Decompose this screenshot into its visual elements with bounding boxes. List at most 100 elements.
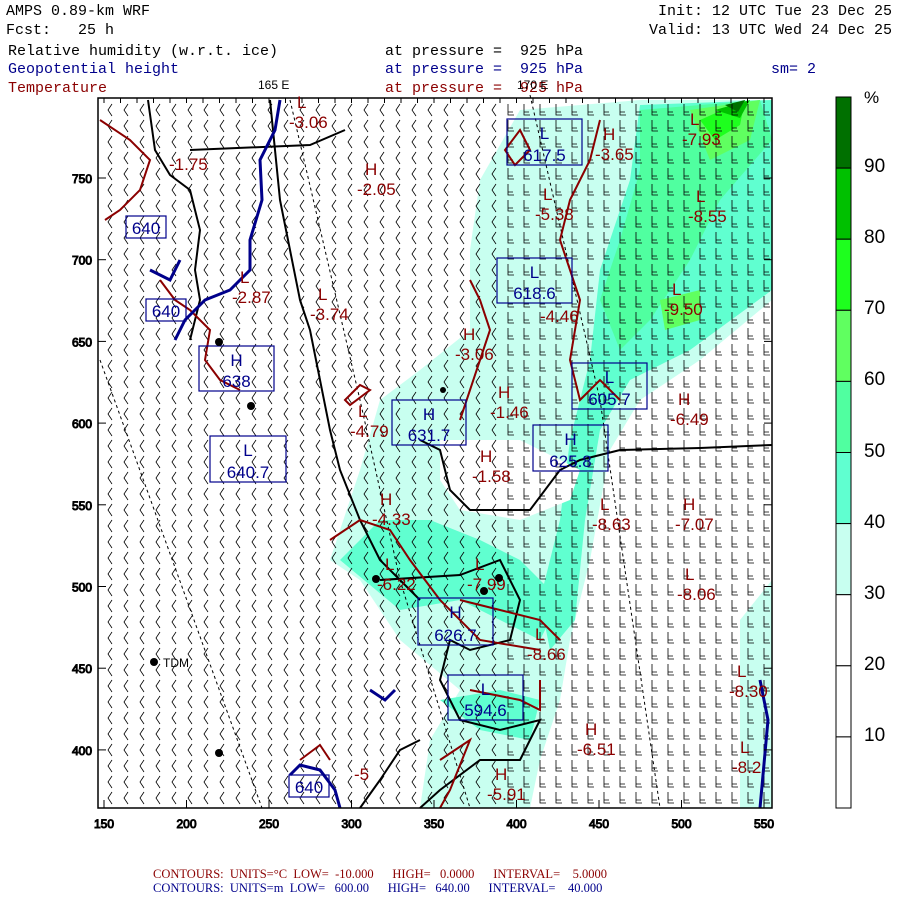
wind-barb: [283, 391, 289, 405]
wind-barb: [347, 439, 353, 453]
wind-barb: [123, 391, 129, 405]
wind-barb: [283, 263, 289, 277]
wind-barb: [635, 520, 642, 532]
wind-barb: [155, 727, 161, 741]
wind-barb: [555, 792, 562, 804]
wind-barb: [235, 679, 241, 693]
wind-barb: [459, 247, 465, 261]
wind-barb: [203, 263, 209, 277]
wind-barb: [667, 648, 674, 660]
wind-barb: [107, 487, 113, 501]
wind-barb: [203, 327, 209, 341]
wind-barb: [763, 376, 770, 388]
wind-barb: [139, 599, 145, 613]
wind-barb: [411, 727, 417, 741]
footer-height-label: CONTOURS:: [153, 881, 224, 895]
wind-barb: [715, 376, 722, 388]
wind-barb: [379, 247, 385, 261]
wind-barb: [187, 567, 193, 581]
wind-barb: [427, 679, 433, 693]
wind-barb: [155, 279, 161, 293]
wind-barb: [171, 487, 177, 501]
height-value-label: 631.7: [408, 426, 451, 445]
wind-barb: [363, 263, 369, 277]
temp-value-label: -4.33: [372, 510, 411, 529]
wind-barb: [315, 183, 321, 197]
footer-height-interval: INTERVAL= 40.000: [488, 881, 603, 895]
wind-barb: [459, 103, 465, 117]
footer-temp: CONTOURS: UNITS=°C LOW= -10.000 HIGH= 0.…: [153, 867, 607, 882]
wind-barb: [299, 567, 305, 581]
wind-barb: [299, 519, 305, 533]
wind-barb: [379, 359, 385, 373]
wind-barb: [571, 664, 578, 676]
wind-barb: [427, 183, 433, 197]
wind-barb: [107, 103, 113, 117]
wind-barb: [187, 743, 193, 757]
wind-barb: [155, 599, 161, 613]
wind-barb: [171, 247, 177, 261]
wind-barb: [283, 551, 289, 565]
wind-barb: [411, 135, 417, 149]
wind-barb: [763, 328, 770, 340]
wind-barb: [123, 183, 129, 197]
wind-barb: [235, 487, 241, 501]
wind-barb: [427, 103, 433, 117]
wind-barb: [283, 519, 289, 533]
wind-barb: [603, 616, 610, 628]
wind-barb: [315, 647, 321, 661]
temp-value-label: -5.38: [535, 205, 574, 224]
wind-barb: [139, 679, 145, 693]
wind-barb: [155, 567, 161, 581]
wind-barb: [155, 439, 161, 453]
wind-barb: [107, 263, 113, 277]
wind-barb: [187, 791, 193, 805]
wind-barb: [731, 344, 738, 356]
wind-barb: [107, 711, 113, 725]
wind-barb: [619, 744, 626, 756]
wind-barb: [571, 792, 578, 804]
wind-barb: [235, 407, 241, 421]
wind-barb: [203, 119, 209, 133]
wind-barb: [651, 680, 658, 692]
wind-barb: [731, 472, 738, 484]
wind-barb: [139, 503, 145, 517]
wind-barb: [683, 472, 690, 484]
wind-barb: [571, 728, 578, 740]
wind-barb: [763, 488, 770, 500]
wind-barb: [619, 472, 626, 484]
wind-barb: [635, 696, 642, 708]
wind-barb: [283, 119, 289, 133]
wind-barb: [171, 439, 177, 453]
wind-barb: [363, 247, 369, 261]
wind-barb: [123, 583, 129, 597]
wind-barb: [315, 247, 321, 261]
wind-barb: [107, 647, 113, 661]
wind-barb: [555, 760, 562, 772]
wind-barb: [331, 471, 337, 485]
temp-low-marker: L: [318, 285, 327, 304]
wind-barb: [411, 359, 417, 373]
wind-barb: [107, 775, 113, 789]
wind-barb: [347, 167, 353, 181]
wind-barb: [347, 471, 353, 485]
wind-barb: [155, 583, 161, 597]
wind-barb: [299, 279, 305, 293]
wind-barb: [363, 327, 369, 341]
wind-barb: [123, 455, 129, 469]
wind-barb: [747, 360, 754, 372]
wind-barb: [699, 680, 706, 692]
wind-barb: [587, 600, 594, 612]
wind-barb: [587, 584, 594, 596]
wind-barb: [299, 359, 305, 373]
wind-barb: [331, 199, 337, 213]
wind-barb: [651, 472, 658, 484]
wind-barb: [667, 552, 674, 564]
wind-barb: [187, 727, 193, 741]
height-value-label: 638: [222, 372, 250, 391]
wind-barb: [763, 536, 770, 548]
wind-barb: [459, 199, 465, 213]
height-value-label: 640: [152, 302, 180, 321]
wind-barb: [283, 375, 289, 389]
wind-barb: [443, 279, 449, 293]
